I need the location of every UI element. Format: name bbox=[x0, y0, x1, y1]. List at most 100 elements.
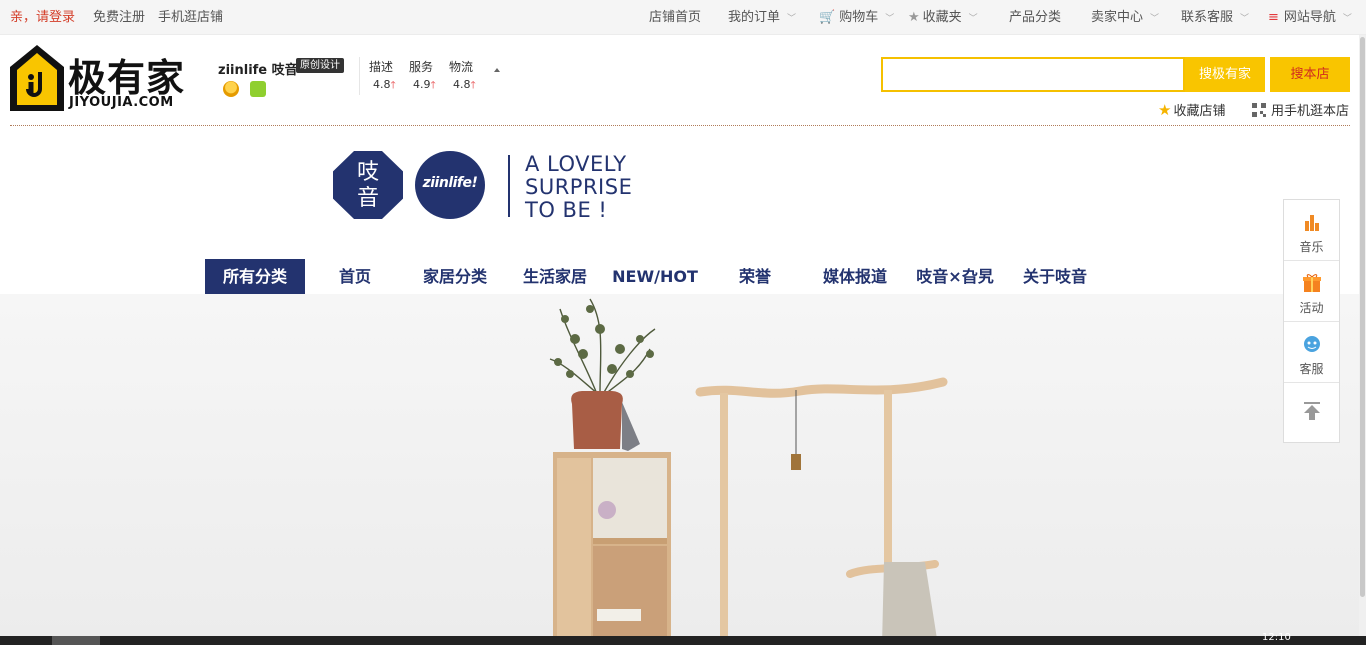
site-nav-menu[interactable]: ≡ 网站导航 ﹀ bbox=[1268, 0, 1352, 35]
mobile-shop-link[interactable]: 用手机逛本店 bbox=[1252, 100, 1349, 119]
seller-center-label: 卖家中心 bbox=[1091, 10, 1144, 25]
cart-label: 购物车 bbox=[839, 10, 879, 25]
gold-medal-icon[interactable] bbox=[223, 81, 239, 97]
service-label: 客服 bbox=[1299, 362, 1324, 376]
rating-value-wrap: 4.8🡑 bbox=[449, 78, 489, 95]
nav-all-categories[interactable]: 所有分类 bbox=[205, 259, 305, 294]
activity-label: 活动 bbox=[1299, 301, 1324, 315]
badge-en-text: ziinlife! bbox=[422, 175, 478, 191]
chevron-down-icon: ﹀ bbox=[968, 14, 978, 24]
rating-description: 描述 4.8🡑 bbox=[369, 58, 409, 95]
brand-badge-en: ziinlife! bbox=[415, 151, 485, 219]
scrollbar-thumb[interactable] bbox=[1360, 37, 1365, 597]
nav-media[interactable]: 媒体报道 bbox=[805, 259, 905, 294]
header-divider bbox=[10, 125, 1350, 126]
brand-slogan: A LOVELY SURPRISE TO BE ! bbox=[525, 153, 685, 222]
rating-value: 4.9 bbox=[413, 78, 431, 91]
hero-illustration bbox=[0, 294, 1366, 645]
mobile-shop-label: 用手机逛本店 bbox=[1271, 104, 1350, 119]
nav-home[interactable]: 首页 bbox=[305, 259, 405, 294]
rating-value-wrap: 4.8🡑 bbox=[369, 78, 409, 95]
register-link[interactable]: 免费注册 bbox=[93, 0, 145, 35]
badge-char: 吱 bbox=[356, 160, 379, 185]
chevron-down-icon: ﹀ bbox=[885, 14, 895, 24]
shop-home-link[interactable]: 店铺首页 bbox=[649, 0, 701, 35]
favorite-shop-label: 收藏店铺 bbox=[1173, 104, 1226, 119]
my-orders-label: 我的订单 bbox=[728, 10, 781, 25]
star-icon: ★ bbox=[1158, 101, 1172, 119]
chevron-down-icon: ﹀ bbox=[1342, 14, 1352, 24]
music-label: 音乐 bbox=[1299, 240, 1324, 254]
search-site-button[interactable]: 搜极有家 bbox=[1185, 57, 1265, 92]
slogan-line: A LOVELY bbox=[525, 152, 627, 176]
slogan-line: TO BE ! bbox=[525, 198, 608, 222]
favorites-label: 收藏夹 bbox=[922, 10, 962, 25]
seller-center-menu[interactable]: 卖家中心 ﹀ bbox=[1091, 0, 1159, 35]
favorites-menu[interactable]: ★ 收藏夹 ﹀ bbox=[908, 0, 978, 35]
login-link[interactable]: 亲，请登录 bbox=[10, 0, 75, 35]
nav-new-hot[interactable]: NEW/HOT bbox=[605, 259, 705, 294]
contact-menu[interactable]: 联系客服 ﹀ bbox=[1181, 0, 1249, 35]
nav-home-categories[interactable]: 家居分类 bbox=[405, 259, 505, 294]
site-logo[interactable]: 极有家 JIYOUJIA.COM bbox=[10, 45, 190, 115]
rating-label: 描述 bbox=[369, 60, 394, 74]
cart-icon: 🛒 bbox=[819, 10, 836, 25]
arrow-up-icon bbox=[1304, 402, 1320, 420]
shop-name[interactable]: ziinlife 吱音 bbox=[218, 59, 298, 78]
rating-value: 4.8 bbox=[453, 78, 471, 91]
side-toolbar: 音乐 活动 客服 bbox=[1283, 199, 1340, 443]
back-to-top-button[interactable] bbox=[1284, 383, 1339, 443]
rating-value-wrap: 4.9🡑 bbox=[409, 78, 449, 95]
mobile-browse-link[interactable]: 手机逛店铺 bbox=[158, 0, 223, 35]
hero-time: 12:10 bbox=[1262, 632, 1291, 643]
arrow-up-icon: 🡑 bbox=[470, 80, 476, 91]
nav-honors[interactable]: 荣誉 bbox=[705, 259, 805, 294]
contact-label: 联系客服 bbox=[1181, 10, 1234, 25]
nav-about[interactable]: 关于吱音 bbox=[1005, 259, 1105, 294]
slogan-line: SURPRISE bbox=[525, 175, 633, 199]
brand-divider bbox=[508, 155, 510, 217]
customer-service-button[interactable]: 客服 bbox=[1284, 322, 1339, 383]
hero-banner[interactable] bbox=[0, 294, 1366, 645]
badge-char: 音 bbox=[356, 186, 379, 211]
green-badge-icon[interactable] bbox=[250, 81, 266, 97]
divider bbox=[359, 57, 360, 95]
page-scrollbar[interactable] bbox=[1359, 35, 1366, 636]
gift-sale-icon bbox=[1303, 274, 1321, 292]
house-logo-icon bbox=[10, 45, 64, 111]
nav-collab[interactable]: 吱音×旮旯 bbox=[905, 259, 1005, 294]
top-bar: 亲，请登录 免费注册 手机逛店铺 店铺首页 我的订单 ﹀ 🛒 购物车 ﹀ ★ 收藏夹 ﹀ … bbox=[0, 0, 1366, 35]
arrow-up-icon: 🡑 bbox=[430, 80, 436, 91]
original-design-badge: 原创设计 bbox=[296, 58, 344, 73]
my-orders-menu[interactable]: 我的订单 ﹀ bbox=[728, 0, 796, 35]
favorite-shop-link[interactable]: ★ 收藏店铺 bbox=[1158, 100, 1225, 119]
rating-label: 物流 bbox=[449, 60, 474, 74]
rating-label: 服务 bbox=[409, 60, 434, 74]
hero-progress-bar[interactable]: 12:10 bbox=[0, 632, 1366, 645]
rating-value: 4.8 bbox=[373, 78, 391, 91]
arrow-up-icon: 🡑 bbox=[390, 80, 396, 91]
site-nav-label: 网站导航 bbox=[1283, 10, 1336, 25]
bar-chart-icon bbox=[1305, 215, 1319, 231]
qr-code-icon bbox=[1252, 103, 1266, 117]
logo-text-en: JIYOUJIA.COM bbox=[69, 95, 174, 110]
categories-link[interactable]: 产品分类 bbox=[1009, 0, 1061, 35]
chevron-down-icon: ﹀ bbox=[787, 14, 797, 24]
star-icon: ★ bbox=[908, 10, 920, 25]
brand-badge-cn: 吱 音 bbox=[333, 151, 403, 219]
cart-menu[interactable]: 🛒 购物车 ﹀ bbox=[819, 0, 894, 35]
hero-progress-thumb[interactable] bbox=[52, 636, 100, 645]
service-bubble-icon bbox=[1304, 336, 1320, 352]
music-button[interactable]: 音乐 bbox=[1284, 200, 1339, 261]
rating-logistics: 物流 4.8🡑 bbox=[449, 58, 489, 95]
rating-service: 服务 4.9🡑 bbox=[409, 58, 449, 95]
activity-button[interactable]: 活动 bbox=[1284, 261, 1339, 322]
chevron-down-icon: ﹀ bbox=[1240, 14, 1250, 24]
caret-up-icon[interactable] bbox=[494, 68, 500, 72]
logo-text-cn: 极有家 bbox=[68, 56, 186, 100]
nav-living[interactable]: 生活家居 bbox=[505, 259, 605, 294]
search-shop-button[interactable]: 搜本店 bbox=[1270, 57, 1350, 92]
menu-icon: ≡ bbox=[1268, 10, 1279, 25]
search-input[interactable] bbox=[881, 57, 1185, 92]
chevron-down-icon: ﹀ bbox=[1150, 14, 1160, 24]
